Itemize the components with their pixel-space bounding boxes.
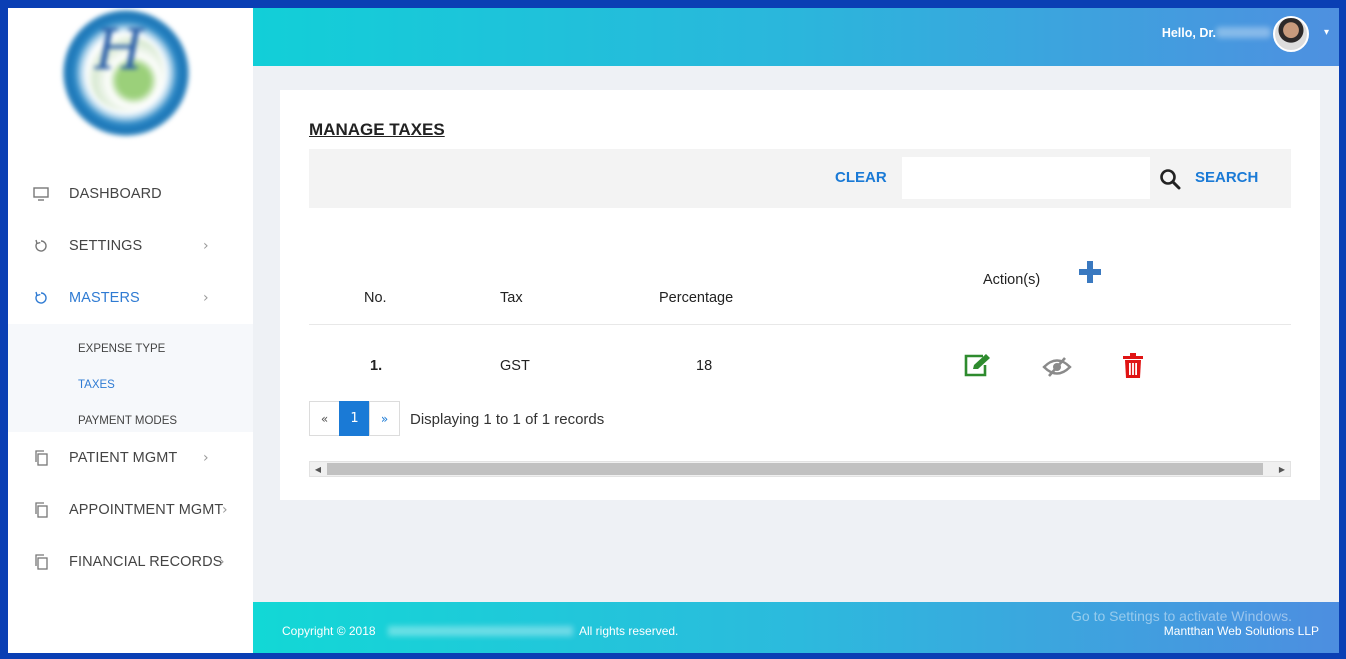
pagination-next[interactable]: » bbox=[369, 401, 400, 436]
chevron-down-icon[interactable]: ▾ bbox=[1324, 27, 1329, 38]
column-header-no: No. bbox=[364, 290, 387, 306]
eye-slash-icon[interactable] bbox=[1042, 356, 1072, 378]
sidebar-item-label: FINANCIAL RECORDS bbox=[69, 554, 223, 570]
column-header-actions: Action(s) bbox=[983, 272, 1041, 288]
sidebar-item-financial-records[interactable]: FINANCIAL RECORDS › bbox=[8, 542, 253, 582]
delete-icon[interactable] bbox=[1122, 353, 1144, 379]
company-credit: Mantthan Web Solutions LLP bbox=[1163, 624, 1319, 638]
avatar[interactable] bbox=[1273, 16, 1309, 52]
chevron-right-icon: › bbox=[203, 450, 209, 466]
sidebar-item-dashboard[interactable]: DASHBOARD bbox=[8, 174, 253, 214]
sidebar-item-label: MASTERS bbox=[69, 290, 140, 306]
sidebar-item-appointment-mgmt[interactable]: APPOINTMENT MGMT › bbox=[8, 490, 253, 530]
app-frame: H DASHBOARD SETTINGS › MASTERS › EXPENSE… bbox=[8, 8, 1339, 653]
copy-icon bbox=[32, 501, 50, 519]
search-icon[interactable] bbox=[1159, 168, 1181, 190]
search-bar: CLEAR SEARCH bbox=[309, 149, 1291, 208]
windows-activation-watermark: Go to Settings to activate Windows. bbox=[1071, 608, 1292, 624]
pagination-info: Displaying 1 to 1 of 1 records bbox=[410, 411, 605, 428]
clear-button[interactable]: CLEAR bbox=[835, 169, 887, 186]
clinic-logo: H bbox=[63, 10, 189, 136]
cell-tax: GST bbox=[500, 358, 530, 374]
horizontal-scrollbar[interactable]: ◀ ▶ bbox=[309, 461, 1291, 477]
monitor-icon bbox=[32, 185, 50, 203]
pagination: « 1 » bbox=[309, 401, 400, 436]
page-title: MANAGE TAXES bbox=[309, 120, 445, 139]
scroll-right-arrow-icon[interactable]: ▶ bbox=[1274, 462, 1290, 476]
cell-percentage: 18 bbox=[696, 358, 713, 374]
refresh-icon bbox=[32, 289, 50, 307]
scrollbar-thumb[interactable] bbox=[327, 463, 1263, 475]
sidebar: H DASHBOARD SETTINGS › MASTERS › EXPENSE… bbox=[8, 8, 253, 653]
column-header-percentage: Percentage bbox=[659, 290, 734, 306]
masters-submenu: EXPENSE TYPE TAXES PAYMENT MODES bbox=[8, 324, 253, 432]
chevron-right-icon: › bbox=[219, 554, 225, 570]
redacted-user-name bbox=[1216, 27, 1271, 38]
sidebar-item-patient-mgmt[interactable]: PATIENT MGMT › bbox=[8, 438, 253, 478]
sidebar-item-label: APPOINTMENT MGMT bbox=[69, 502, 224, 518]
scroll-left-arrow-icon[interactable]: ◀ bbox=[310, 462, 326, 476]
search-input[interactable] bbox=[902, 157, 1150, 199]
submenu-item-expense-type[interactable]: EXPENSE TYPE bbox=[78, 343, 165, 355]
column-header-tax: Tax bbox=[500, 290, 523, 306]
sidebar-item-label: SETTINGS bbox=[69, 238, 143, 254]
logo-mark: H bbox=[95, 18, 144, 83]
copyright-text: Copyright © 2018 bbox=[282, 624, 376, 638]
copy-icon bbox=[32, 553, 50, 571]
pagination-page-1[interactable]: 1 bbox=[339, 401, 370, 436]
copy-icon bbox=[32, 449, 50, 467]
top-header: Hello, Dr. ▾ bbox=[253, 8, 1339, 66]
add-icon[interactable] bbox=[1077, 259, 1103, 285]
content-card: MANAGE TAXES CLEAR SEARCH No. Tax Percen… bbox=[280, 90, 1320, 500]
sidebar-item-label: DASHBOARD bbox=[69, 186, 162, 202]
sidebar-item-label: PATIENT MGMT bbox=[69, 450, 178, 466]
redacted-clinic-name bbox=[388, 626, 573, 636]
refresh-icon bbox=[32, 237, 50, 255]
chevron-right-icon: › bbox=[222, 502, 228, 518]
pagination-prev[interactable]: « bbox=[309, 401, 340, 436]
chevron-right-icon: › bbox=[203, 290, 209, 306]
chevron-right-icon: › bbox=[203, 238, 209, 254]
sidebar-item-masters[interactable]: MASTERS › bbox=[8, 278, 253, 318]
rights-text: All rights reserved. bbox=[579, 624, 679, 638]
search-button[interactable]: SEARCH bbox=[1195, 169, 1258, 186]
submenu-item-payment-modes[interactable]: PAYMENT MODES bbox=[78, 415, 177, 427]
table-divider bbox=[309, 324, 1291, 325]
edit-icon[interactable] bbox=[963, 352, 993, 378]
sidebar-item-settings[interactable]: SETTINGS › bbox=[8, 226, 253, 266]
submenu-item-taxes[interactable]: TAXES bbox=[78, 379, 115, 391]
cell-no: 1. bbox=[370, 358, 383, 374]
user-greeting: Hello, Dr. bbox=[1161, 26, 1216, 40]
